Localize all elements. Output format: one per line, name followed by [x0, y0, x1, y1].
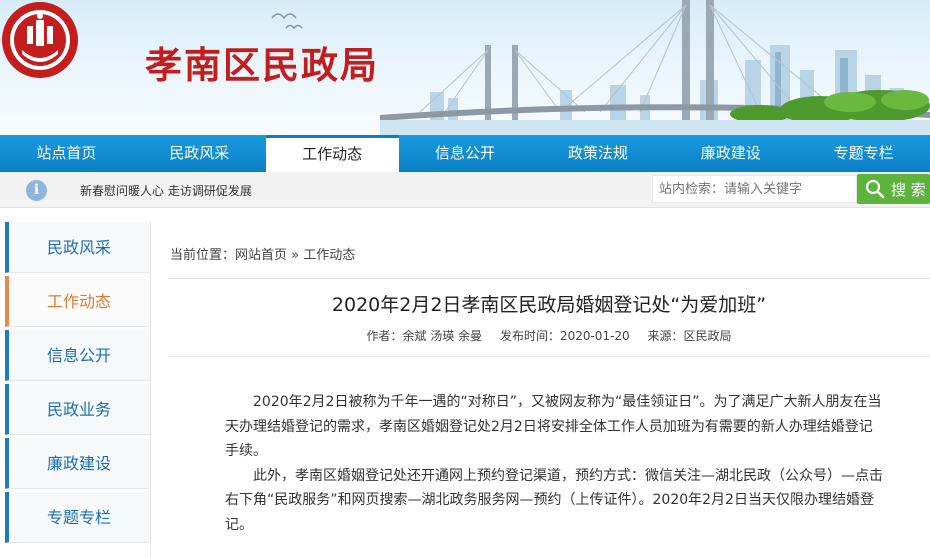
nav-item-integrity[interactable]: 廉政建设: [664, 135, 797, 172]
search-input[interactable]: [652, 175, 857, 203]
breadcrumb: 当前位置：网站首页 » 工作动态: [170, 244, 355, 263]
article-paragraph: 2020年2月2日被称为千年一遇的“对称日”，又被网友称为“最佳领证日”。为了满…: [225, 394, 882, 459]
sidebar-item-civil-business[interactable]: 民政业务: [5, 384, 150, 435]
header-banner: 孝南区民政局: [0, 0, 930, 135]
info-icon: i: [26, 180, 47, 201]
search-button[interactable]: 搜 索: [857, 174, 930, 204]
article-author: 作者：余斌 汤瑛 余曼: [366, 329, 483, 343]
search-button-label: 搜 索: [891, 180, 926, 199]
article-body: 2020年2月2日被称为千年一遇的“对称日”，又被网友称为“最佳领证日”。为了满…: [225, 390, 885, 537]
breadcrumb-separator: »: [291, 248, 300, 263]
article-publish-time: 发布时间：2020-01-20: [499, 329, 630, 343]
breadcrumb-prefix: 当前位置：: [170, 248, 236, 263]
nav-item-civil-style[interactable]: 民政风采: [133, 135, 266, 172]
sidebar-item-topics[interactable]: 专题专栏: [5, 492, 150, 543]
city-bridge-scenery: [271, 0, 930, 135]
sidebar-item-integrity[interactable]: 廉政建设: [5, 438, 150, 489]
breadcrumb-current-link[interactable]: 工作动态: [303, 248, 355, 263]
site-title: 孝南区民政局: [145, 43, 379, 87]
breadcrumb-divider: [168, 278, 930, 279]
nav-item-work-news[interactable]: 工作动态: [265, 135, 399, 172]
article-meta: 作者：余斌 汤瑛 余曼 发布时间：2020-01-20 来源：区民政局: [168, 327, 930, 344]
search-icon: [865, 179, 885, 199]
notice-bar: i 新春慰问暖人心 走访调研促发展 搜 索: [0, 172, 930, 208]
nav-item-topics[interactable]: 专题专栏: [797, 135, 930, 172]
nav-item-policy[interactable]: 政策法规: [531, 135, 664, 172]
meta-divider: [168, 356, 930, 357]
sidebar: 民政风采 工作动态 信息公开 民政业务 廉政建设 专题专栏: [5, 222, 150, 546]
sidebar-item-civil-style[interactable]: 民政风采: [5, 222, 150, 273]
sidebar-divider: [150, 222, 151, 557]
breadcrumb-home-link[interactable]: 网站首页: [235, 248, 287, 263]
nav-item-home[interactable]: 站点首页: [0, 135, 133, 172]
civil-affairs-emblem-icon: [2, 2, 78, 78]
main-nav: 站点首页 民政风采 工作动态 信息公开 政策法规 廉政建设 专题专栏: [0, 135, 930, 172]
sidebar-item-info-disclosure[interactable]: 信息公开: [5, 330, 150, 381]
article-paragraph: 此外，孝南区婚姻登记处还开通网上预约登记渠道，预约方式：微信关注—湖北民政（公众…: [225, 467, 883, 533]
article-title: 2020年2月2日孝南区民政局婚姻登记处“为爱加班”: [331, 294, 767, 316]
sidebar-item-work-news[interactable]: 工作动态: [5, 276, 150, 327]
article-source: 来源：区民政局: [647, 329, 732, 343]
nav-item-info-disclosure[interactable]: 信息公开: [399, 135, 532, 172]
news-ticker[interactable]: 新春慰问暖人心 走访调研促发展: [80, 182, 252, 199]
